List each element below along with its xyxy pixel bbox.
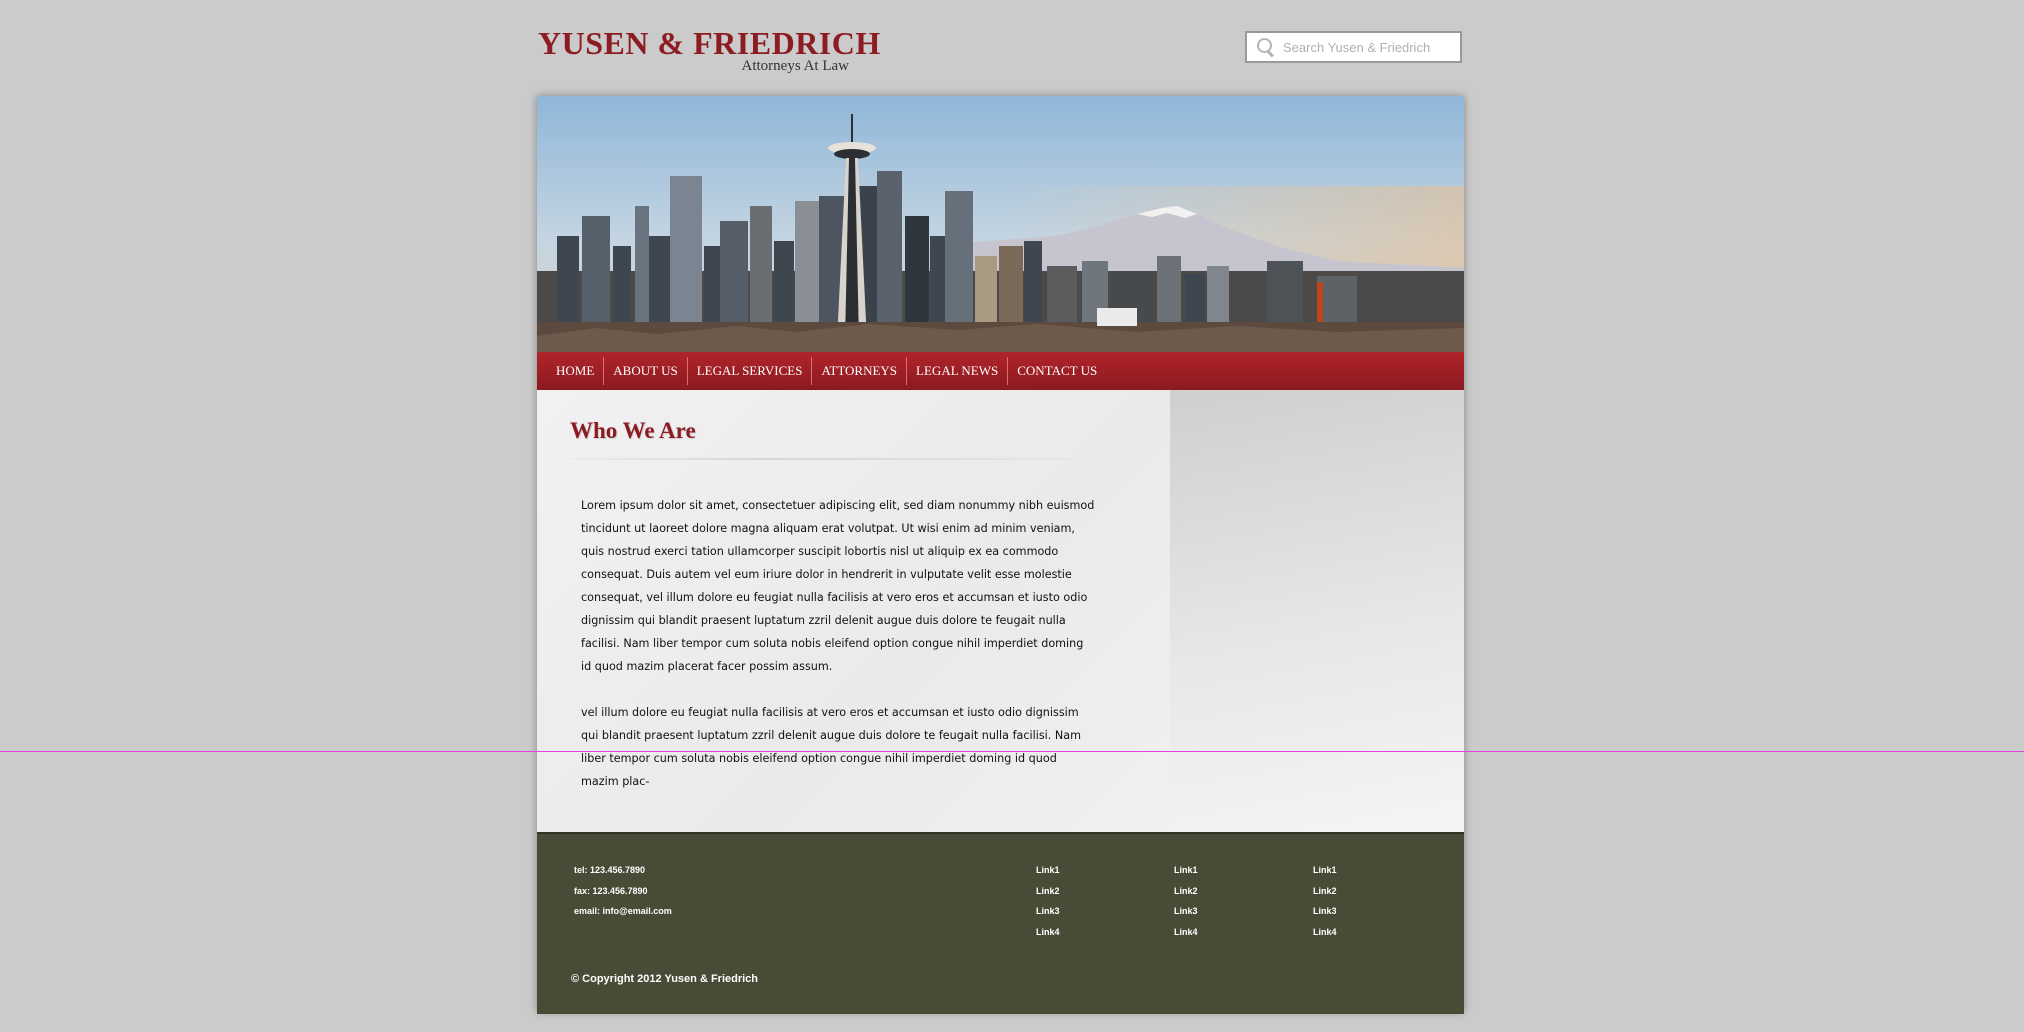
footer-email[interactable]: email: info@email.com <box>574 901 672 922</box>
footer-fax: fax: 123.456.7890 <box>574 885 648 896</box>
footer-link[interactable]: Link3 <box>1036 901 1060 922</box>
logo-title: YUSEN & FRIEDRICH <box>538 25 881 61</box>
page-heading: Who We Are <box>570 418 696 443</box>
footer-link[interactable]: Link2 <box>1036 881 1060 902</box>
search-box[interactable] <box>1245 31 1462 63</box>
footer-links-col-3: Link1 Link2 Link3 Link4 <box>1313 860 1337 942</box>
search-icon[interactable] <box>1255 36 1277 58</box>
footer-links-col-1: Link1 Link2 Link3 Link4 <box>1036 860 1060 942</box>
main-frame: HOME ABOUT US LEGAL SERVICES ATTORNEYS L… <box>537 96 1464 1014</box>
nav-legal-news[interactable]: LEGAL NEWS <box>906 357 1007 385</box>
footer-links-col-2: Link1 Link2 Link3 Link4 <box>1174 860 1198 942</box>
hero-skyline-image <box>537 96 1464 352</box>
sidebar-panel <box>1170 390 1464 832</box>
footer-link[interactable]: Link2 <box>1313 881 1337 902</box>
footer-link[interactable]: Link4 <box>1174 922 1198 943</box>
guide-line <box>0 751 2024 752</box>
body-paragraph-1: Lorem ipsum dolor sit amet, consectetuer… <box>581 499 1095 673</box>
search-input[interactable] <box>1283 39 1453 55</box>
footer-link[interactable]: Link1 <box>1313 860 1337 881</box>
main-nav: HOME ABOUT US LEGAL SERVICES ATTORNEYS L… <box>537 352 1464 390</box>
footer-link[interactable]: Link4 <box>1313 922 1337 943</box>
footer-link[interactable]: Link3 <box>1174 901 1198 922</box>
footer-tel: tel: 123.456.7890 <box>574 865 646 875</box>
footer-link[interactable]: Link1 <box>1174 860 1198 881</box>
nav-attorneys[interactable]: ATTORNEYS <box>811 357 906 385</box>
nav-legal-services[interactable]: LEGAL SERVICES <box>686 357 812 385</box>
nav-home[interactable]: HOME <box>547 357 603 385</box>
footer-link[interactable]: Link1 <box>1036 860 1060 881</box>
footer-link[interactable]: Link2 <box>1174 881 1198 902</box>
heading-divider <box>570 458 1070 460</box>
footer-link[interactable]: Link3 <box>1313 901 1337 922</box>
footer: tel: 123.456.7890 fax: 123.456.7890 emai… <box>537 832 1464 1014</box>
footer-link[interactable]: Link4 <box>1036 922 1060 943</box>
copyright: © Copyright 2012 Yusen & Friedrich <box>571 973 759 985</box>
footer-contact: tel: 123.456.7890 fax: 123.456.7890 emai… <box>574 860 672 922</box>
nav-about-us[interactable]: ABOUT US <box>603 357 686 385</box>
nav-contact-us[interactable]: CONTACT US <box>1007 357 1106 385</box>
body-paragraph-2: vel illum dolore eu feugiat nulla facili… <box>581 706 1082 788</box>
main-content: Who We Are Lorem ipsum dolor sit amet, c… <box>537 390 1170 832</box>
logo[interactable]: YUSEN & FRIEDRICH Attorneys At Law <box>538 25 881 74</box>
